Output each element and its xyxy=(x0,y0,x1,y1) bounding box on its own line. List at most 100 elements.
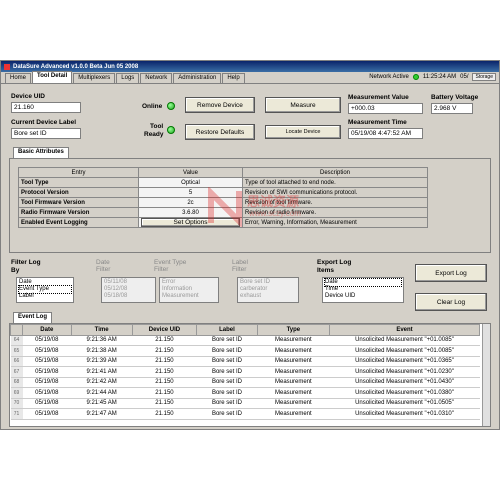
attr-entry: Radio Firmware Version xyxy=(18,207,139,218)
clear-log-button[interactable]: Clear Log xyxy=(415,293,487,311)
measurement-time-field: 05/19/08 4:47:52 AM xyxy=(348,128,423,139)
cell-time: 9:21:41 AM xyxy=(71,366,133,378)
log-col-type[interactable]: Type xyxy=(256,324,331,336)
online-led xyxy=(167,102,175,110)
table-row[interactable]: 69 05/19/08 9:21:44 AM 21.150 Bore set ID Mea… xyxy=(10,387,480,399)
attr-desc: Type of tool attached to end node. xyxy=(242,177,428,188)
cell-date: 05/19/08 xyxy=(22,366,72,378)
cell-event: Unsolicited Measurement "+01.0505" xyxy=(329,398,480,409)
status-area: Network Active 11:25:24 AM 05/ Storage xyxy=(369,73,496,81)
device-uid-field[interactable]: 21.160 xyxy=(11,102,81,113)
cell-type: Measurement xyxy=(257,398,330,409)
attributes-header-row: Entry Value Description xyxy=(18,167,428,178)
event-log-panel: Date Time Device UID Label Type Event 64… xyxy=(9,323,491,427)
tab-help[interactable]: Help xyxy=(222,73,245,83)
table-row[interactable]: 70 05/19/08 9:21:45 AM 21.150 Bore set ID Mea… xyxy=(10,398,480,409)
restore-defaults-button[interactable]: Restore Defaults xyxy=(185,124,255,140)
cell-type: Measurement xyxy=(257,366,330,378)
cell-uid: 21.150 xyxy=(132,366,197,378)
date-filter-label-2: Filter xyxy=(96,266,111,273)
export-log-button[interactable]: Export Log xyxy=(415,264,487,282)
cell-uid: 21.150 xyxy=(132,398,197,409)
list-item[interactable]: Date xyxy=(324,278,402,287)
list-item[interactable]: Measurement xyxy=(162,293,216,300)
table-row[interactable]: 65 05/19/08 9:21:38 AM 21.150 Bore set ID Mea… xyxy=(10,345,480,357)
measure-button[interactable]: Measure xyxy=(265,97,341,113)
cell-time: 9:21:36 AM xyxy=(71,335,133,346)
attributes-panel: Entry Value Description Tool Type Optical… xyxy=(9,158,491,253)
app-window: DataSure Advanced v1.0.0 Beta Jun 05 200… xyxy=(0,60,500,430)
battery-voltage-field: 2.968 V xyxy=(431,103,473,114)
cell-type: Measurement xyxy=(257,356,330,367)
log-col-index xyxy=(10,324,23,336)
list-item[interactable]: exhaust xyxy=(240,293,296,300)
cell-date: 05/19/08 xyxy=(22,335,72,346)
log-col-uid[interactable]: Device UID xyxy=(131,324,198,336)
list-item[interactable]: Time xyxy=(325,286,401,293)
tab-logs[interactable]: Logs xyxy=(116,73,140,83)
table-row[interactable]: 66 05/19/08 9:21:39 AM 21.150 Bore set ID Mea… xyxy=(10,356,480,367)
list-item[interactable]: Bore set ID xyxy=(240,279,296,286)
row-index: 65 xyxy=(10,345,23,357)
cell-time: 9:21:38 AM xyxy=(71,345,133,357)
cell-uid: 21.150 xyxy=(132,377,197,388)
log-col-label[interactable]: Label xyxy=(196,324,258,336)
list-item[interactable]: Information xyxy=(162,286,216,293)
cell-date: 05/19/08 xyxy=(22,345,72,357)
cell-date: 05/19/08 xyxy=(22,387,72,399)
event-type-filter-list[interactable]: Error Information Measurement xyxy=(159,277,219,303)
row-index: 66 xyxy=(10,356,23,367)
log-col-time[interactable]: Time xyxy=(70,324,133,336)
table-row[interactable]: 64 05/19/08 9:21:36 AM 21.150 Bore set ID Mea… xyxy=(10,335,480,346)
attr-entry: Protocol Version xyxy=(18,187,139,198)
cell-label: Bore set ID xyxy=(196,398,258,409)
measurement-value: +000.03 xyxy=(351,105,375,112)
set-options-button[interactable]: Set Options xyxy=(141,218,240,227)
export-items-list[interactable]: Date Time Device UID xyxy=(322,277,404,303)
log-col-date[interactable]: Date xyxy=(22,324,72,336)
tool-ready-label-2: Ready xyxy=(144,131,164,138)
tab-network[interactable]: Network xyxy=(140,73,173,83)
list-item[interactable]: Date xyxy=(19,279,71,286)
label-filter-list[interactable]: Bore set ID carberator exhaust xyxy=(237,277,299,303)
attr-value: 2c xyxy=(138,197,243,208)
storage-button[interactable]: Storage xyxy=(472,73,496,81)
tab-tool-detail[interactable]: Tool Detail xyxy=(32,71,73,83)
clock-date: 05/ xyxy=(460,74,469,80)
device-label-field[interactable]: Bore set ID xyxy=(11,128,81,139)
locate-device-button[interactable]: Locate Device xyxy=(265,125,341,139)
tab-home[interactable]: Home xyxy=(5,73,32,83)
list-item[interactable]: Error xyxy=(162,279,216,286)
date-filter-list[interactable]: 05/11/08 05/12/08 05/18/08 xyxy=(101,277,156,303)
row-index: 64 xyxy=(10,335,23,346)
log-col-event[interactable]: Event xyxy=(329,324,480,336)
label-filter-label-1: Label xyxy=(232,259,248,266)
list-item[interactable]: 05/18/08 xyxy=(104,293,153,300)
list-item[interactable]: Event Type xyxy=(18,285,72,294)
table-row[interactable]: 68 05/19/08 9:21:42 AM 21.150 Bore set ID Mea… xyxy=(10,377,480,388)
filter-log-label: Filter Log xyxy=(11,259,41,266)
list-item[interactable]: carberator xyxy=(240,286,296,293)
remove-device-button[interactable]: Remove Device xyxy=(185,97,255,113)
list-item[interactable]: 05/11/08 xyxy=(104,279,153,286)
cell-event: Unsolicited Measurement "+01.0230" xyxy=(329,366,480,378)
event-log-scrollbar[interactable] xyxy=(482,324,490,426)
list-item[interactable]: Device UID xyxy=(325,293,401,300)
list-item[interactable]: 05/12/08 xyxy=(104,286,153,293)
tab-administration[interactable]: Administration xyxy=(173,73,222,83)
current-label-label: Current Device Label xyxy=(11,119,77,126)
table-row[interactable]: 67 05/19/08 9:21:41 AM 21.150 Bore set ID Mea… xyxy=(10,366,480,378)
filter-log-list[interactable]: Date Event Type Label xyxy=(16,277,74,303)
cell-label: Bore set ID xyxy=(196,356,258,367)
list-item[interactable]: Label xyxy=(19,293,71,300)
tab-multiplexers[interactable]: Multiplexers xyxy=(73,73,116,83)
cell-time: 9:21:47 AM xyxy=(71,408,133,420)
cell-event: Unsolicited Measurement "+01.0365" xyxy=(329,356,480,367)
battery-voltage: 2.968 V xyxy=(434,105,457,112)
table-row[interactable]: 71 05/19/08 9:21:47 AM 21.150 Bore set ID Mea… xyxy=(10,408,480,420)
tool-ready-label-1: Tool xyxy=(150,123,164,130)
tab-basic-attributes[interactable]: Basic Attributes xyxy=(13,147,69,158)
cell-label: Bore set ID xyxy=(196,345,258,357)
tool-ready-led xyxy=(167,126,175,134)
tab-event-log[interactable]: Event Log xyxy=(13,312,53,323)
